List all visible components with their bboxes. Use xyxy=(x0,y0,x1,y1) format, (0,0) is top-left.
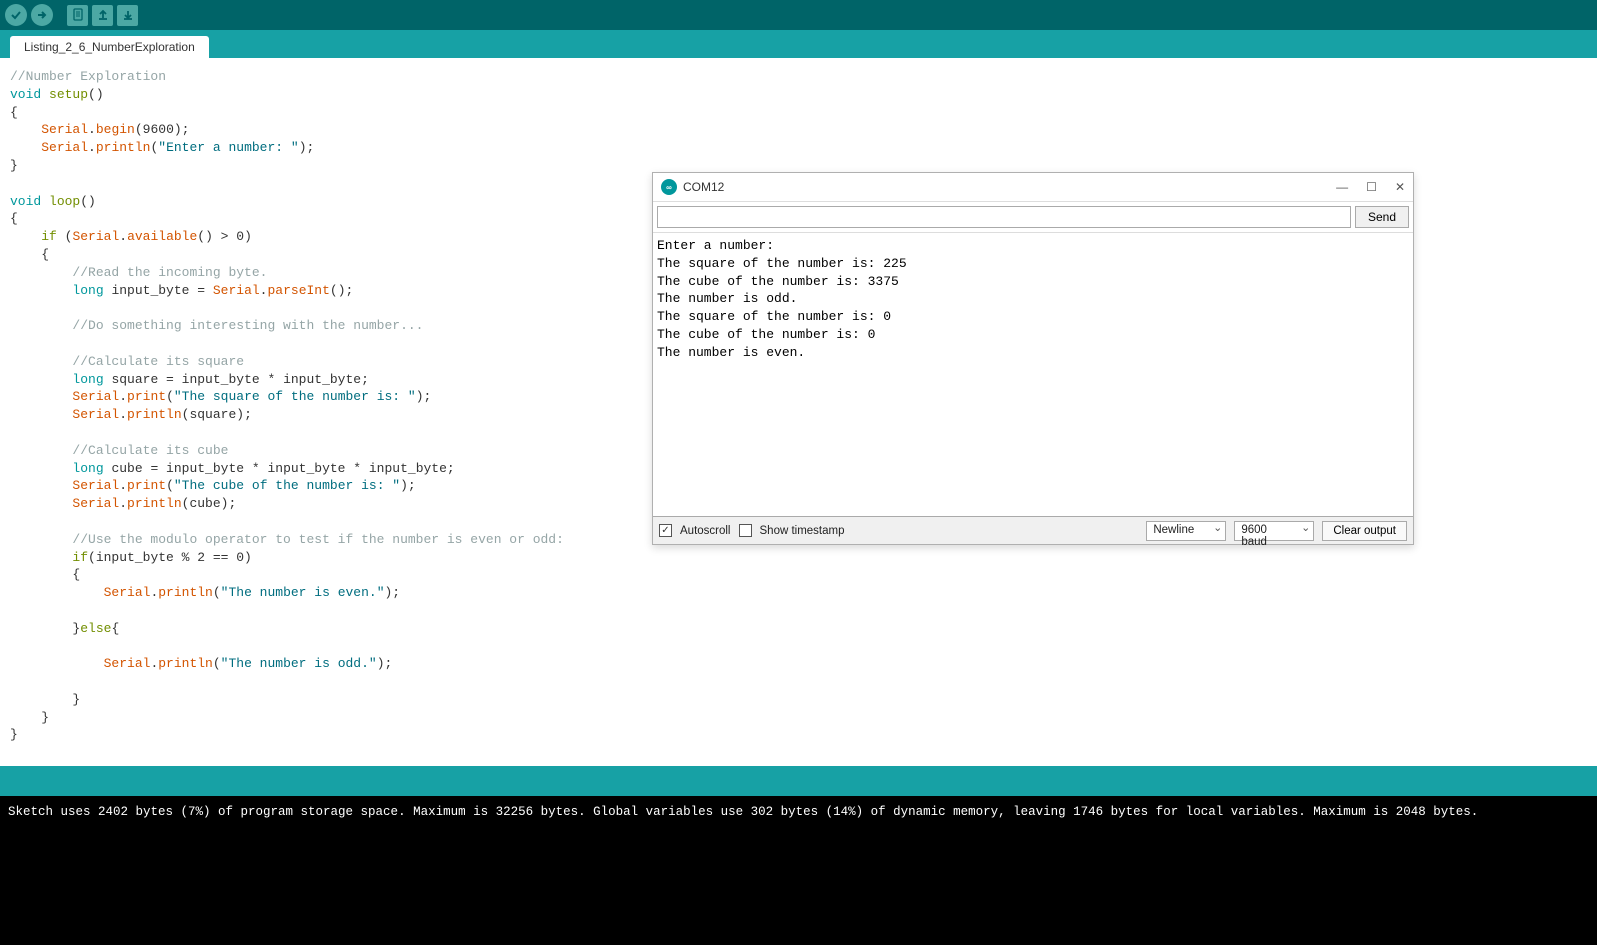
serial-output: Enter a number: The square of the number… xyxy=(653,233,1413,516)
autoscroll-checkbox[interactable]: ✓ xyxy=(659,524,672,537)
minimize-button[interactable]: — xyxy=(1336,180,1348,194)
tab-sketch[interactable]: Listing_2_6_NumberExploration xyxy=(10,36,209,58)
toolbar xyxy=(0,0,1597,30)
serial-monitor-titlebar[interactable]: ∞ COM12 — ☐ ✕ xyxy=(653,173,1413,202)
serial-monitor-title: COM12 xyxy=(683,180,724,194)
serial-send-row: Send xyxy=(653,202,1413,233)
timestamp-checkbox[interactable] xyxy=(739,524,752,537)
console-header-strip xyxy=(0,766,1597,796)
clear-output-button[interactable]: Clear output xyxy=(1322,521,1407,541)
timestamp-label: Show timestamp xyxy=(760,525,845,537)
open-button[interactable] xyxy=(92,5,113,26)
arduino-icon: ∞ xyxy=(661,179,677,195)
serial-monitor-window: ∞ COM12 — ☐ ✕ Send Enter a number: The s… xyxy=(652,172,1414,545)
save-button[interactable] xyxy=(117,5,138,26)
verify-button[interactable] xyxy=(5,4,27,26)
baud-dropdown[interactable]: 9600 baud xyxy=(1234,521,1314,541)
new-button[interactable] xyxy=(67,5,88,26)
upload-button[interactable] xyxy=(31,4,53,26)
build-console: Sketch uses 2402 bytes (7%) of program s… xyxy=(0,796,1597,945)
maximize-button[interactable]: ☐ xyxy=(1366,180,1377,194)
serial-input[interactable] xyxy=(657,206,1351,228)
close-button[interactable]: ✕ xyxy=(1395,180,1405,194)
serial-footer: ✓ Autoscroll Show timestamp Newline 9600… xyxy=(653,516,1413,544)
line-ending-dropdown[interactable]: Newline xyxy=(1146,521,1226,541)
serial-send-button[interactable]: Send xyxy=(1355,206,1409,228)
autoscroll-label: Autoscroll xyxy=(680,525,731,537)
tab-bar: Listing_2_6_NumberExploration xyxy=(0,30,1597,58)
